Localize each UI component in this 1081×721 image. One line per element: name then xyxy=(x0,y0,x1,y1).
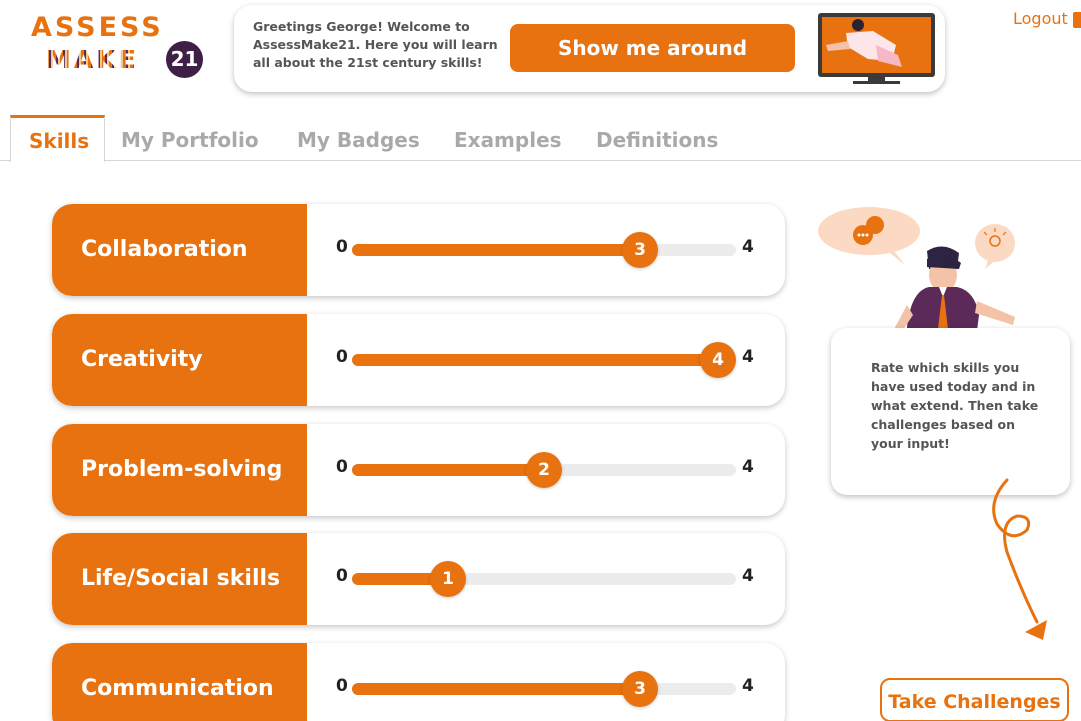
slider-min-label: 0 xyxy=(336,566,348,586)
slider-min-label: 0 xyxy=(336,237,348,257)
slider-fill xyxy=(352,683,640,695)
slider-thumb[interactable]: 1 xyxy=(430,561,466,597)
slider-max-label: 4 xyxy=(742,237,754,257)
chat-bubble-icon xyxy=(818,207,920,265)
skill-slider[interactable]: 2 xyxy=(352,452,736,488)
tab-my-portfolio[interactable]: My Portfolio xyxy=(121,115,259,161)
skill-label: Life/Social skills xyxy=(52,533,307,625)
slider-max-label: 4 xyxy=(742,676,754,696)
tab-skills[interactable]: Skills xyxy=(10,115,106,162)
skill-label: Problem-solving xyxy=(52,424,307,516)
main-tabs: Skills My Portfolio My Badges Examples D… xyxy=(0,115,1081,162)
skill-row-problem-solving: Problem-solving 0 2 4 xyxy=(52,424,785,516)
skill-label: Creativity xyxy=(52,314,307,406)
skill-slider[interactable]: 4 xyxy=(352,342,736,378)
presenter-illustration-icon xyxy=(818,13,935,84)
tab-my-badges[interactable]: My Badges xyxy=(297,115,420,161)
slider-fill xyxy=(352,244,640,256)
slider-max-label: 4 xyxy=(742,457,754,477)
slider-thumb[interactable]: 3 xyxy=(622,232,658,268)
slider-min-label: 0 xyxy=(336,676,348,696)
logout-icon[interactable] xyxy=(1073,12,1081,28)
slider-max-label: 4 xyxy=(742,347,754,367)
slider-min-label: 0 xyxy=(336,347,348,367)
skill-label: Communication xyxy=(52,643,307,721)
logo-number-badge: 21 xyxy=(166,41,203,78)
take-challenges-button[interactable]: Take Challenges xyxy=(880,678,1069,721)
slider-min-label: 0 xyxy=(336,457,348,477)
app-logo[interactable]: ASSESS MAKE 21 xyxy=(28,12,208,84)
slider-fill xyxy=(352,354,718,366)
greeting-message: Greetings George! Welcome to AssessMake2… xyxy=(253,19,498,70)
slider-thumb[interactable]: 4 xyxy=(700,342,736,378)
slider-thumb[interactable]: 2 xyxy=(526,452,562,488)
slider-fill xyxy=(352,464,544,476)
tab-definitions[interactable]: Definitions xyxy=(596,115,718,161)
skill-row-life-social-skills: Life/Social skills 0 1 4 xyxy=(52,533,785,625)
skill-row-collaboration: Collaboration 0 3 4 xyxy=(52,204,785,296)
skill-slider[interactable]: 3 xyxy=(352,671,736,707)
skill-row-communication: Communication 0 3 4 xyxy=(52,643,785,721)
skill-slider[interactable]: 1 xyxy=(352,561,736,597)
skill-slider[interactable]: 3 xyxy=(352,232,736,268)
slider-max-label: 4 xyxy=(742,566,754,586)
instruction-card: Rate which skills you have used today an… xyxy=(831,328,1070,495)
instruction-text: Rate which skills you have used today an… xyxy=(871,360,1039,451)
logo-line2: MAKE xyxy=(46,45,139,74)
logo-line1: ASSESS xyxy=(31,12,164,43)
skill-row-creativity: Creativity 0 4 4 xyxy=(52,314,785,406)
skill-label: Collaboration xyxy=(52,204,307,296)
curly-arrow-icon xyxy=(992,478,1047,640)
show-me-around-button[interactable]: Show me around xyxy=(510,24,795,72)
greeting-card: Greetings George! Welcome to AssessMake2… xyxy=(234,5,945,92)
lightbulb-idea-icon xyxy=(975,224,1015,269)
slider-thumb[interactable]: 3 xyxy=(622,671,658,707)
logout-link[interactable]: Logout xyxy=(1013,9,1068,28)
tab-examples[interactable]: Examples xyxy=(454,115,562,161)
